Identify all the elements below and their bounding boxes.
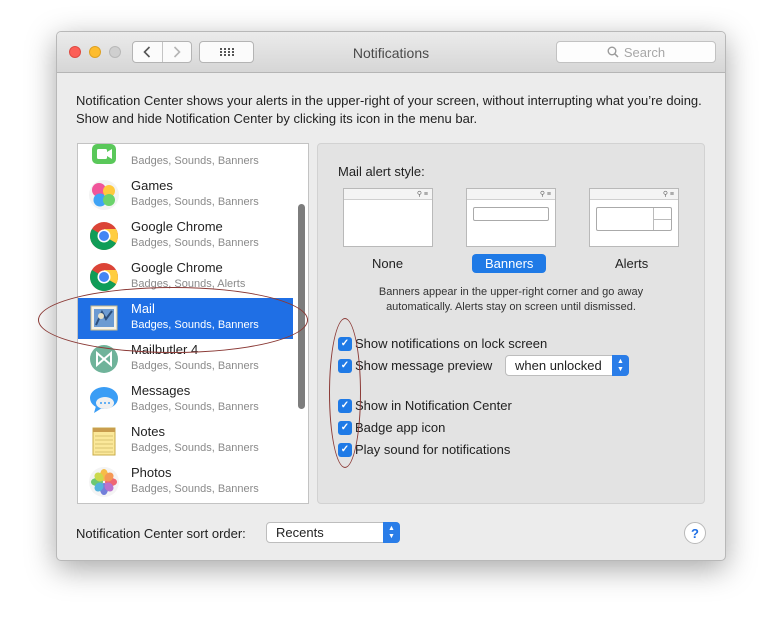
app-alert-summary: Badges, Sounds, Banners xyxy=(131,483,259,495)
help-button[interactable]: ? xyxy=(684,522,706,544)
search-placeholder: Search xyxy=(623,44,666,60)
sort-order-value: Recents xyxy=(276,525,324,540)
app-name: Games xyxy=(131,178,173,193)
sort-order-popup[interactable]: Recents ▲ ▼ xyxy=(266,522,400,543)
preview-popup-value: when unlocked xyxy=(515,358,602,373)
facetime-icon xyxy=(92,144,116,164)
up-down-chevron-icon: ▲ ▼ xyxy=(612,355,629,376)
app-row-notes[interactable]: Notes Badges, Sounds, Banners xyxy=(78,421,293,462)
up-down-chevron-icon: ▲ ▼ xyxy=(383,522,400,543)
alert-style-label: Mail alert style: xyxy=(338,164,425,179)
sound-label: Play sound for notifications xyxy=(355,442,511,457)
app-alert-summary: Badges, Sounds, Banners xyxy=(131,196,259,208)
annotation-ellipse-mail xyxy=(38,287,308,353)
app-name: Google Chrome xyxy=(131,260,223,275)
messages-icon xyxy=(90,387,118,413)
description-text: Notification Center shows your alerts in… xyxy=(76,93,702,126)
style-banners-thumbnail[interactable]: ⚲ ≡ xyxy=(466,188,556,247)
app-name: Photos xyxy=(131,465,172,480)
chrome-icon xyxy=(90,263,118,291)
alert-preview xyxy=(596,207,672,231)
style-alerts-label[interactable]: Alerts xyxy=(615,256,648,271)
notification-center-label: Show in Notification Center xyxy=(355,398,512,413)
app-alert-summary: Badges, Sounds, Banners xyxy=(131,401,259,413)
lock-screen-label: Show notifications on lock screen xyxy=(355,336,548,351)
app-alert-summary: Badges, Sounds, Banners xyxy=(131,237,259,249)
game-center-icon xyxy=(89,180,119,210)
style-none-label[interactable]: None xyxy=(372,256,403,271)
app-row-google-chrome[interactable]: Google Chrome Badges, Sounds, Banners xyxy=(78,216,293,257)
alert-style-help: Banners appear in the upper-right corner… xyxy=(378,286,644,313)
menu-bar-icons: ⚲ ≡ xyxy=(539,191,551,198)
app-row-facetime[interactable]: Badges, Sounds, Banners xyxy=(78,144,293,175)
search-field[interactable]: Search xyxy=(556,41,716,63)
preview-popup[interactable]: when unlocked ▲ ▼ xyxy=(505,355,629,376)
app-alert-summary: Badges, Sounds, Banners xyxy=(131,360,259,372)
app-row-photos[interactable]: Photos Badges, Sounds, Banners xyxy=(78,462,293,503)
style-alerts-thumbnail[interactable]: ⚲ ≡ xyxy=(589,188,679,247)
app-alert-summary: Badges, Sounds, Banners xyxy=(131,155,259,167)
title-bar: Notifications Search xyxy=(57,32,725,73)
app-row-games[interactable]: Games Badges, Sounds, Banners xyxy=(78,175,293,216)
menu-bar-icons: ⚲ ≡ xyxy=(416,191,428,198)
app-name: Notes xyxy=(131,424,165,439)
app-name: Messages xyxy=(131,383,191,398)
sort-order-label: Notification Center sort order: xyxy=(76,526,246,541)
badge-label: Badge app icon xyxy=(355,420,446,435)
annotation-ellipse-checkboxes xyxy=(329,318,361,468)
preview-label: Show message preview xyxy=(355,358,493,373)
style-banners-label[interactable]: Banners xyxy=(472,254,547,273)
alert-settings-panel: Mail alert style: ⚲ ≡ ⚲ ≡ ⚲ ≡ None Banne… xyxy=(317,143,705,504)
menu-bar-icons: ⚲ ≡ xyxy=(662,191,674,198)
style-none-thumbnail[interactable]: ⚲ ≡ xyxy=(343,188,433,247)
notes-icon xyxy=(92,427,116,456)
search-icon xyxy=(607,46,619,58)
chrome-icon xyxy=(90,222,118,250)
app-alert-summary: Badges, Sounds, Banners xyxy=(131,442,259,454)
app-row-messages[interactable]: Messages Badges, Sounds, Banners xyxy=(78,380,293,421)
app-name: Google Chrome xyxy=(131,219,223,234)
app-list-scrollbar[interactable] xyxy=(298,204,305,409)
photos-icon xyxy=(89,467,119,497)
banner-preview xyxy=(473,207,549,221)
